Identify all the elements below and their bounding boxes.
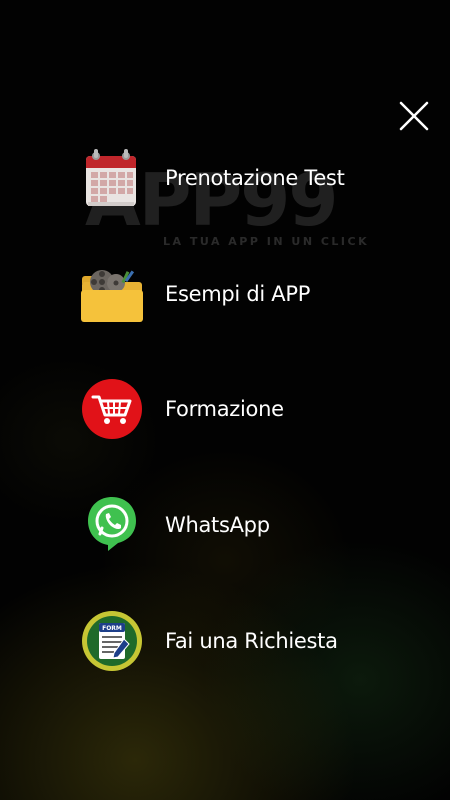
form-icon-text: FORM — [102, 625, 122, 632]
menu-item-label: Prenotazione Test — [165, 166, 345, 190]
menu-item-label: Fai una Richiesta — [165, 629, 338, 653]
menu-item-label: WhatsApp — [165, 513, 270, 537]
form-icon: FORM — [80, 609, 144, 673]
menu-item-label: Esempi di APP — [165, 282, 311, 306]
menu-item-prenotazione-test[interactable]: Prenotazione Test — [80, 143, 410, 213]
menu-item-label: Formazione — [165, 397, 284, 421]
menu-item-fai-una-richiesta[interactable]: FORM Fai una Richiesta — [80, 606, 410, 676]
shopping-cart-icon — [80, 377, 144, 441]
calendar-icon — [80, 146, 144, 210]
close-icon[interactable] — [398, 100, 430, 132]
menu-item-esempi-di-app[interactable]: Esempi di APP — [80, 259, 410, 329]
menu-item-whatsapp[interactable]: WhatsApp — [80, 490, 410, 560]
whatsapp-icon — [80, 493, 144, 557]
menu-item-formazione[interactable]: Formazione — [80, 374, 410, 444]
folder-icon — [80, 262, 144, 326]
logo-tagline: LA TUA APP IN UN CLICK — [163, 235, 370, 248]
